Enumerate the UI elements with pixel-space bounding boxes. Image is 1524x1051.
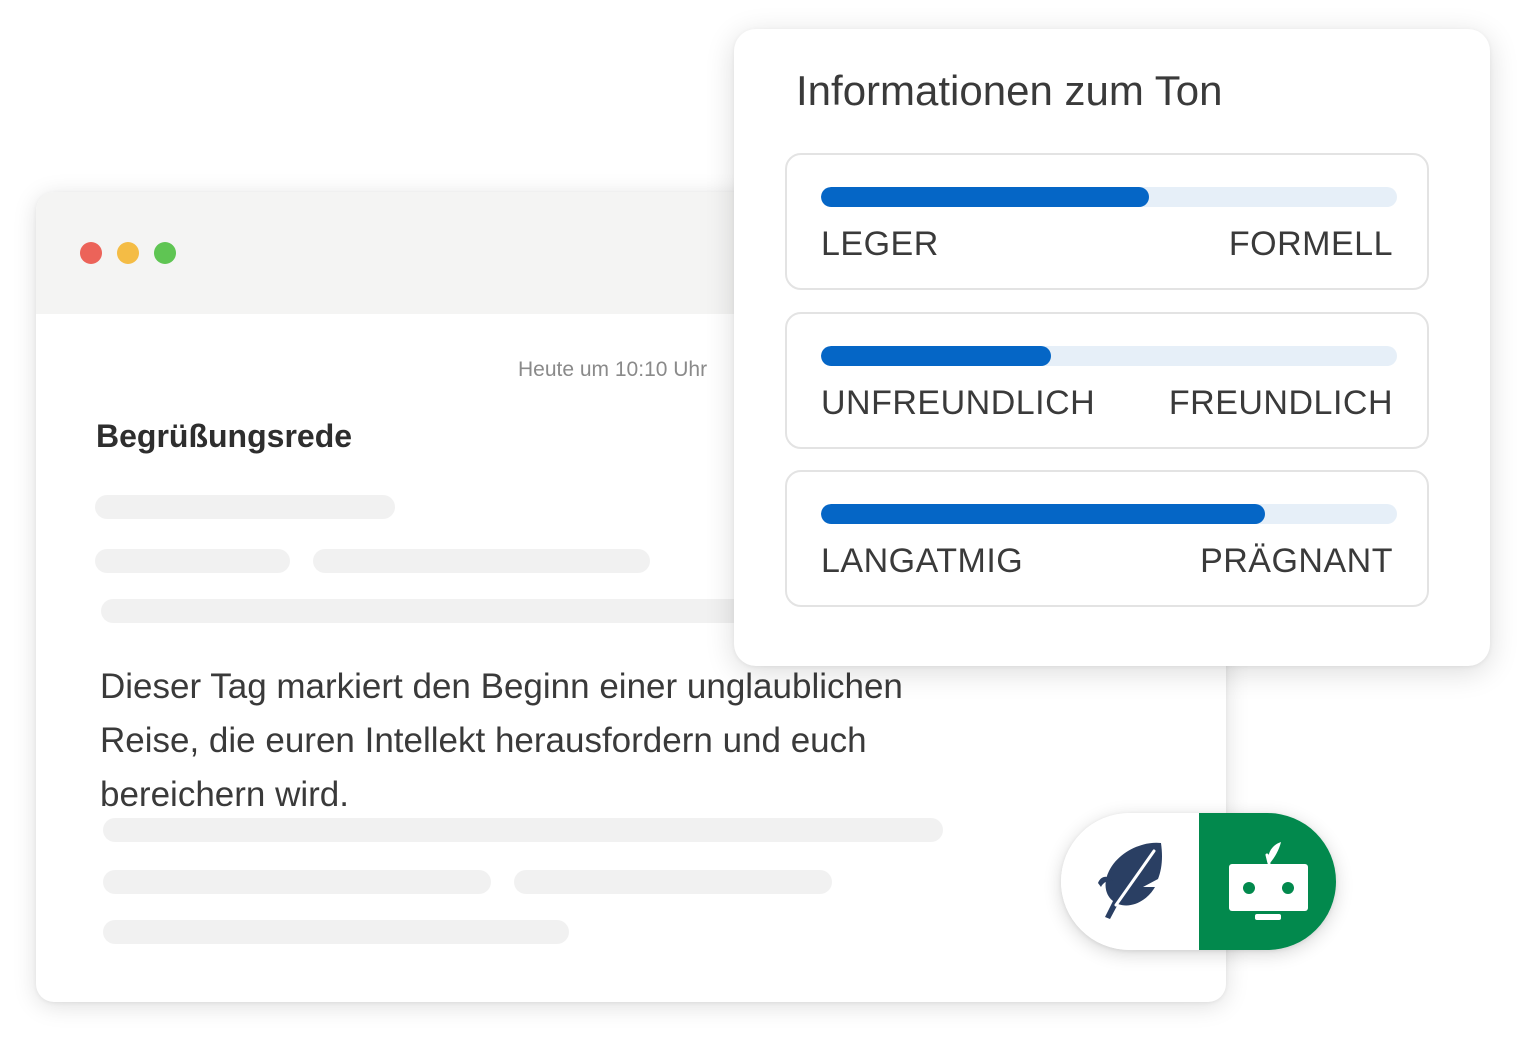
tone-scale-card: UNFREUNDLICH FREUNDLICH (785, 312, 1429, 449)
tone-scale-fill (821, 504, 1265, 524)
minimize-window-dot[interactable] (117, 242, 139, 264)
document-title: Begrüßungsrede (96, 418, 353, 454)
feather-button[interactable] (1061, 813, 1199, 950)
text-placeholder-line (103, 870, 491, 894)
text-placeholder-line (95, 549, 290, 573)
tone-scale-fill (821, 346, 1052, 366)
robot-icon (1229, 842, 1308, 920)
feather-icon (1098, 842, 1162, 919)
text-placeholder-line (103, 818, 943, 842)
robot-button[interactable] (1199, 813, 1336, 950)
tone-scale-left-label: LEGER (821, 225, 939, 263)
maximize-window-dot[interactable] (154, 242, 176, 264)
tone-info-panel: Informationen zum Ton LEGER FORMELL UNFR… (734, 29, 1490, 666)
text-placeholder-line (313, 549, 650, 573)
tone-panel-title: Informationen zum Ton (796, 67, 1223, 114)
tone-scale-left-label: LANGATMIG (821, 542, 1024, 580)
tone-scale-card: LANGATMIG PRÄGNANT (785, 470, 1429, 607)
timestamp: Heute um 10:10 Uhr (518, 358, 708, 381)
assistant-widget (1061, 813, 1336, 950)
tone-scale-right-label: PRÄGNANT (1200, 542, 1393, 580)
tone-scale-right-label: FREUNDLICH (1168, 384, 1393, 422)
tone-scale-track (821, 187, 1397, 207)
tone-scale-right-label: FORMELL (1228, 225, 1393, 263)
text-placeholder-line (95, 495, 395, 519)
text-placeholder-line (514, 870, 832, 894)
stage: Heute um 10:10 Uhr Begrüßungsrede Dieser… (0, 0, 1524, 1051)
tone-scale-left-label: UNFREUNDLICH (821, 384, 1096, 422)
tone-scale-fill (821, 187, 1150, 207)
tone-scale-card: LEGER FORMELL (785, 153, 1429, 290)
document-body-text[interactable]: Dieser Tag markiert den Beginn einer ung… (100, 660, 1000, 822)
text-placeholder-line (103, 920, 569, 944)
close-window-dot[interactable] (80, 242, 102, 264)
tone-scale-track (821, 346, 1397, 366)
tone-scale-track (821, 504, 1397, 524)
